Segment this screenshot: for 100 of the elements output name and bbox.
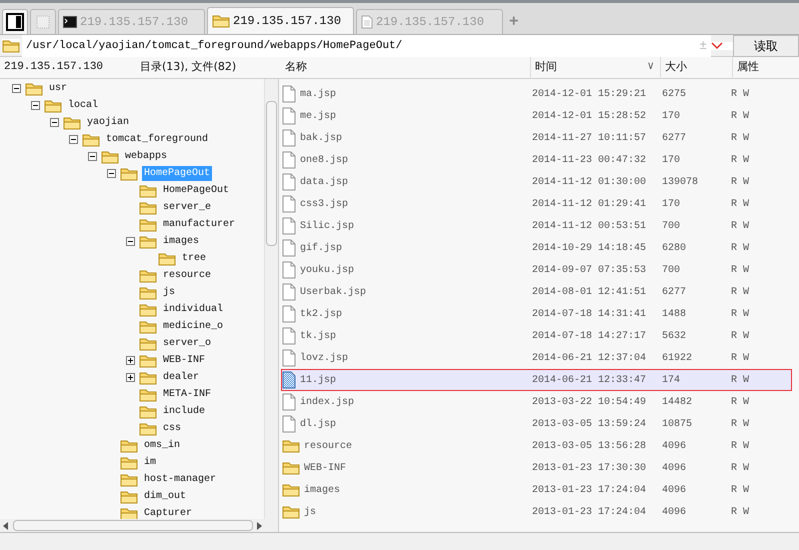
path-field[interactable]: /usr/local/yaojian/tomcat_foreground/webapps/HomePageOut/ xyxy=(22,34,700,56)
table-cell-text: 6275 xyxy=(662,88,688,102)
file-row[interactable]: one8.jsp 2014-11-23 00:47:32 170 R W xyxy=(281,149,792,171)
sort-indicator[interactable]: ∨ xyxy=(647,59,654,76)
table-cell-text: 139078 xyxy=(662,176,700,190)
file-name: bak.jsp xyxy=(300,132,342,146)
file-row[interactable]: ma.jsp 2014-12-01 15:29:21 6275 R W xyxy=(281,83,792,105)
tree-item[interactable]: images xyxy=(161,234,202,249)
tree-item[interactable]: oms_in xyxy=(142,438,182,453)
table-cell-text: R W xyxy=(731,374,750,388)
table-cell-text: 2014-11-27 10:11:57 xyxy=(532,132,648,146)
table-cell-text: 4096 xyxy=(662,484,688,498)
file-name: data.jsp xyxy=(300,176,348,190)
table-cell-text: 2014-10-29 14:18:45 xyxy=(532,242,648,256)
column-header[interactable]: 大小 xyxy=(665,59,687,76)
tree-item[interactable]: HomePageOut xyxy=(161,183,232,198)
table-cell-text: R W xyxy=(731,330,750,344)
tree-item[interactable]: im xyxy=(142,455,158,470)
file-row[interactable]: bak.jsp 2014-11-27 10:11:57 6277 R W xyxy=(281,127,792,149)
table-cell-text: 174 xyxy=(662,374,682,388)
tree-item[interactable]: include xyxy=(161,404,208,419)
tree-item[interactable]: manufacturer xyxy=(161,217,238,232)
file-row[interactable]: images 2013-01-23 17:24:04 4096 R W xyxy=(281,479,792,501)
file-row[interactable]: tk2.jsp 2014-07-18 14:31:41 1488 R W xyxy=(281,303,792,325)
tree-item[interactable]: medicine_o xyxy=(161,319,226,334)
file-row[interactable]: Userbak.jsp 2014-08-01 12:41:51 6277 R W xyxy=(281,281,792,303)
table-cell-text: 4096 xyxy=(662,440,688,454)
tree-item[interactable]: webapps xyxy=(123,149,170,164)
host-label: 219.135.157.130 xyxy=(3,60,104,76)
tree-item[interactable]: META-INF xyxy=(161,387,214,402)
file-name: lovz.jsp xyxy=(300,352,348,366)
table-cell-text: 170 xyxy=(662,110,682,124)
file-name: WEB-INF xyxy=(304,462,346,476)
tree-item[interactable]: tomcat_foreground xyxy=(104,132,210,147)
read-button[interactable]: 读取 xyxy=(733,34,799,56)
table-cell-text: 700 xyxy=(662,220,682,234)
file-name: Userbak.jsp xyxy=(300,286,366,300)
table-cell-text: 2014-07-18 14:31:41 xyxy=(532,308,648,322)
tree-item[interactable]: server_e xyxy=(161,200,214,215)
table-cell-text: 10875 xyxy=(662,418,694,432)
tree-item[interactable]: server_o xyxy=(161,336,214,351)
column-header[interactable]: 名称 xyxy=(285,59,307,76)
file-row[interactable]: lovz.jsp 2014-06-21 12:37:04 61922 R W xyxy=(281,347,792,369)
column-header[interactable]: 时间 xyxy=(535,59,557,76)
table-cell-text: 170 xyxy=(662,154,682,168)
tree-item[interactable]: dim_out xyxy=(142,489,188,504)
file-row[interactable]: gif.jsp 2014-10-29 14:18:45 6280 R W xyxy=(281,237,792,259)
file-row[interactable]: tk.jsp 2014-07-18 14:27:17 5632 R W xyxy=(281,325,792,347)
table-cell-text: R W xyxy=(731,286,750,300)
file-name: js xyxy=(304,506,316,520)
table-cell-text: R W xyxy=(731,198,750,212)
tree-item[interactable]: Capturer xyxy=(142,506,194,519)
file-row[interactable]: me.jsp 2014-12-01 15:28:52 170 R W xyxy=(281,105,792,127)
table-cell-text: R W xyxy=(731,264,750,278)
file-name: css3.jsp xyxy=(300,198,348,212)
tree-item[interactable]: WEB-INF xyxy=(161,353,208,368)
table-cell-text: 2014-07-18 14:27:17 xyxy=(532,330,648,344)
file-row[interactable]: css3.jsp 2014-11-12 01:29:41 170 R W xyxy=(281,193,792,215)
tree-item[interactable]: yaojian xyxy=(85,115,132,130)
table-cell-text: 2013-03-05 13:56:28 xyxy=(532,440,648,454)
table-cell-text: 2013-03-22 10:54:49 xyxy=(532,396,648,410)
table-cell-text: R W xyxy=(731,484,750,498)
tree-item[interactable]: usr xyxy=(47,81,70,96)
file-row[interactable]: index.jsp 2013-03-22 10:54:49 14482 R W xyxy=(281,391,792,413)
tree-item[interactable]: dealer xyxy=(161,370,202,385)
count-label: 目录(13), 文件(82) xyxy=(140,59,238,76)
file-name: one8.jsp xyxy=(300,154,348,168)
table-cell-text: 2013-01-23 17:30:30 xyxy=(532,462,648,476)
table-cell-text: 2014-06-21 12:37:04 xyxy=(532,352,648,366)
tree-item[interactable]: css xyxy=(161,421,184,436)
table-cell-text: R W xyxy=(731,132,750,146)
file-row[interactable]: data.jsp 2014-11-12 01:30:00 139078 R W xyxy=(281,171,792,193)
table-cell-text: 4096 xyxy=(662,506,688,520)
tree-item[interactable]: tree xyxy=(180,251,208,266)
file-row[interactable]: resource 2013-03-05 13:56:28 4096 R W xyxy=(281,435,792,457)
table-cell-text: 2014-11-12 01:29:41 xyxy=(532,198,648,212)
table-cell-text: R W xyxy=(731,352,750,366)
file-row[interactable]: 11.jsp 2014-06-21 12:33:47 174 R W xyxy=(281,369,792,391)
column-header[interactable]: 属性 xyxy=(737,59,759,76)
file-row[interactable]: WEB-INF 2013-01-23 17:30:30 4096 R W xyxy=(281,457,792,479)
file-name: gif.jsp xyxy=(300,242,342,256)
tree-item[interactable]: resource xyxy=(161,268,214,283)
file-name: images xyxy=(304,484,340,498)
table-cell-text: 14482 xyxy=(662,396,694,410)
file-row[interactable]: dl.jsp 2013-03-05 13:59:24 10875 R W xyxy=(281,413,792,435)
tree-item[interactable]: host-manager xyxy=(142,472,218,487)
tree-item[interactable]: js xyxy=(161,285,178,300)
file-row[interactable]: Silic.jsp 2014-11-12 00:53:51 700 R W xyxy=(281,215,792,237)
file-row[interactable]: youku.jsp 2014-09-07 07:35:53 700 R W xyxy=(281,259,792,281)
tree-item[interactable]: local xyxy=(66,98,100,113)
table-cell-text: 5632 xyxy=(662,330,688,344)
table-cell-text: R W xyxy=(731,308,750,322)
file-row[interactable]: js 2013-01-23 17:24:04 4096 R W xyxy=(281,501,792,523)
table-cell-text: 61922 xyxy=(662,352,694,366)
table-cell-text: 2014-06-21 12:33:47 xyxy=(532,374,648,388)
tree-item[interactable]: individual xyxy=(161,302,226,317)
file-name: index.jsp xyxy=(300,396,354,410)
tab[interactable]: 219.135.157.130 xyxy=(207,7,354,34)
table-cell-text: 700 xyxy=(662,264,682,278)
table-cell-text: 6280 xyxy=(662,242,688,256)
